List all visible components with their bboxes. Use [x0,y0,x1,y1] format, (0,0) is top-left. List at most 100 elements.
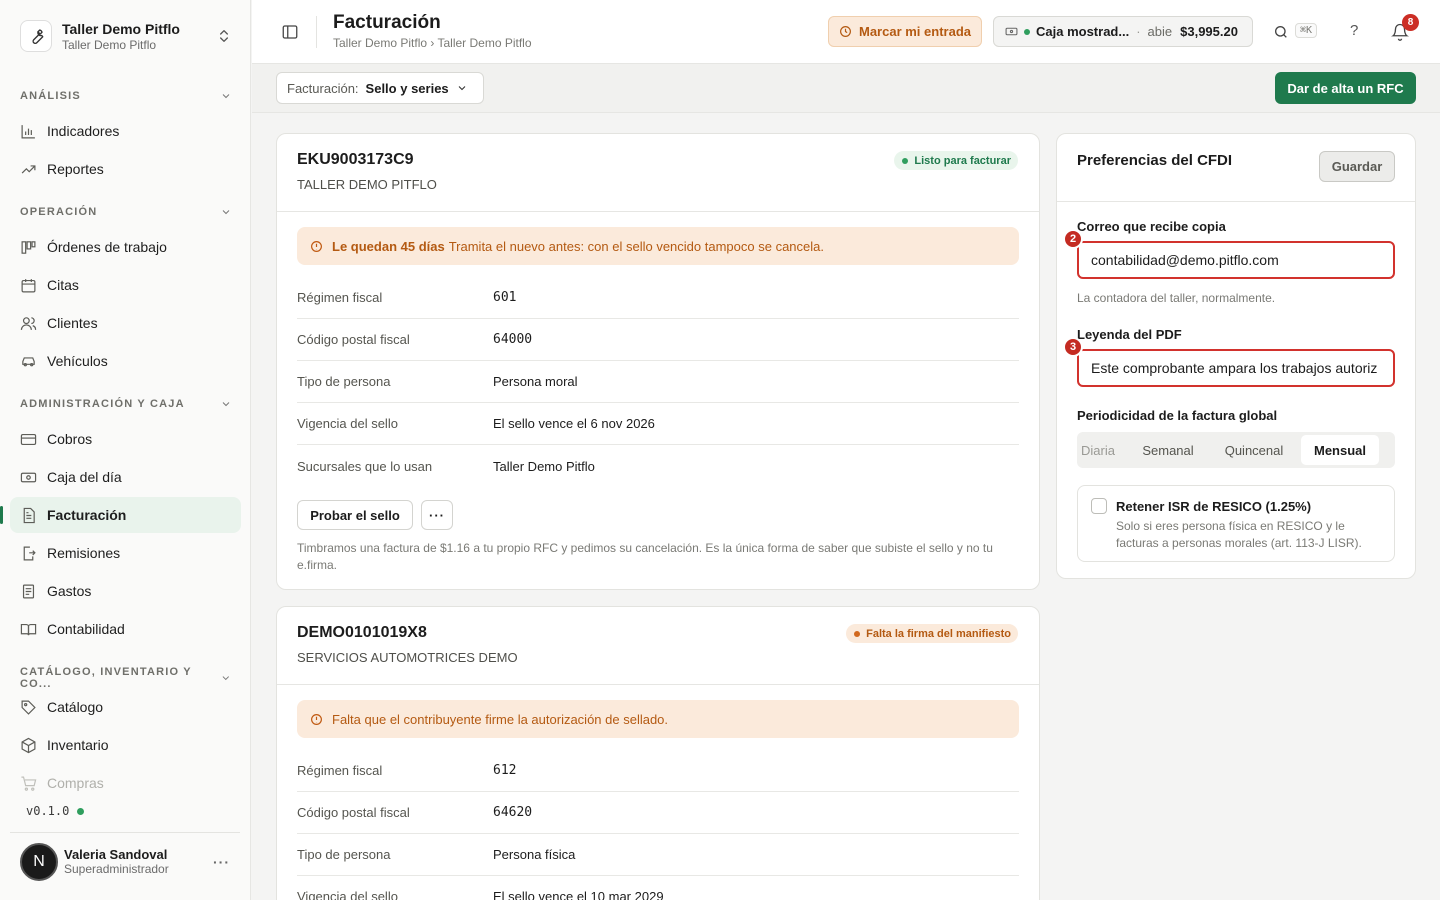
alert-circle-icon [311,240,322,252]
row-value: El sello vence el 10 mar 2029 [493,889,664,900]
sidebar-item-reportes[interactable]: Reportes [10,151,241,187]
sidebar-item-ordenes[interactable]: Órdenes de trabajo [10,229,241,265]
search-icon[interactable] [1273,24,1289,40]
row-label: Código postal fiscal [297,332,410,347]
resico-option[interactable]: Retener ISR de RESICO (1.25%) Solo si er… [1077,485,1395,562]
resico-checkbox[interactable] [1091,498,1107,514]
detail-row: Régimen fiscal 601 [297,277,1019,319]
sidebar-item-label: Citas [47,277,79,293]
sidebar-item-contabilidad[interactable]: Contabilidad [10,611,241,647]
alert-text: Falta que el contribuyente firme la auto… [332,711,669,727]
email-label: Correo que recibe copia [1077,219,1226,234]
row-value: 64620 [493,805,533,820]
divider [277,684,1039,685]
section-catalogo[interactable]: CATÁLOGO, INVENTARIO Y CO... [20,666,232,690]
section-analisis[interactable]: ANÁLISIS [20,90,232,102]
sidebar-toggle-icon[interactable] [281,23,299,41]
sidebar-item-compras[interactable]: Compras [10,765,241,801]
sidebar-item-citas[interactable]: Citas [10,267,241,303]
periodicity-segmented-control: Diaria Semanal Quincenal Mensual [1077,432,1395,468]
workspace-name: Taller Demo Pitflo [62,21,180,37]
sidebar-item-label: Inventario [47,737,109,753]
status-dot [854,630,861,637]
sidebar-item-vehiculos[interactable]: Vehículos [10,343,241,379]
sidebar-item-remisiones[interactable]: Remisiones [10,535,241,571]
test-seal-note: Timbramos una factura de $1.16 a tu prop… [297,541,993,572]
row-value: El sello vence el 6 nov 2026 [493,416,655,431]
emitter-rfc: DEMO0101019X8 [297,624,427,641]
legend-label: Leyenda del PDF [1077,327,1182,342]
sidebar-item-inventario[interactable]: Inventario [10,727,241,763]
notification-badge: 8 [1402,14,1419,31]
email-help: La contadora del taller, normalmente. [1077,291,1276,305]
sidebar-item-label: Remisiones [47,545,121,561]
tag-icon [21,700,36,715]
row-value: Taller Demo Pitflo [493,458,595,474]
workspace-switcher[interactable]: Taller Demo Pitflo Taller Demo Pitflo [20,16,240,56]
car-icon [22,356,35,366]
period-option-mensual[interactable]: Mensual [1301,435,1379,465]
file-export-icon [23,546,36,560]
expiry-alert: Le quedan 45 días Tramita el nuevo antes… [297,227,1019,265]
add-rfc-button[interactable]: Dar de alta un RFC [1275,72,1416,104]
sidebar-item-cobros[interactable]: Cobros [10,421,241,457]
help-icon[interactable]: ? [1350,22,1358,39]
status-dot [902,157,909,164]
more-icon[interactable]: ··· [213,854,230,870]
sidebar-item-indicadores[interactable]: Indicadores [10,113,241,149]
step-marker: 2 [1063,229,1083,249]
legend-input[interactable] [1091,360,1393,376]
period-option-quincenal[interactable]: Quincenal [1207,435,1301,465]
more-options-button[interactable]: ··· [421,500,453,530]
separator: · [1136,24,1141,39]
sidebar-item-label: Vehículos [47,353,108,369]
status-label: Falta la firma del manifiesto [866,627,1011,640]
section-operacion[interactable]: OPERACIÓN [20,206,232,218]
row-value: Persona física [493,847,576,862]
status-badge: Listo para facturar [894,151,1018,170]
top-bar: Facturación Taller Demo Pitflo › Taller … [252,0,1440,64]
page-title: Facturación [333,12,441,33]
register-status-dot [1024,28,1030,35]
status-label: Listo para facturar [914,154,1011,167]
search-shortcut: ⌘K [1295,23,1318,38]
sidebar: Taller Demo Pitflo Taller Demo Pitflo AN… [0,0,251,900]
bar-chart-icon [21,124,35,138]
sidebar-item-facturacion[interactable]: Facturación [10,497,241,533]
section-administracion[interactable]: ADMINISTRACIÓN Y CAJA [20,398,232,410]
resico-description: Solo si eres persona física en RESICO y … [1116,519,1362,550]
period-option-diaria[interactable]: Diaria [1081,435,1129,465]
sidebar-item-gastos[interactable]: Gastos [10,573,241,609]
detail-row: Vigencia del sello El sello vence el 10 … [297,876,1019,900]
select-label: Facturación: [287,80,359,96]
chevron-down-icon [222,94,230,99]
breadcrumb[interactable]: Taller Demo Pitflo › Taller Demo Pitflo [333,36,532,50]
user-menu[interactable]: N Valeria Sandoval Superadministrador ··… [10,832,240,890]
test-seal-button[interactable]: Probar el sello [297,500,413,530]
cash-register-selector[interactable]: Caja mostrad... · abie $3,995.20 [993,16,1253,47]
period-option-semanal[interactable]: Semanal [1129,435,1207,465]
alert-text: Tramita el nuevo antes: con el sello ven… [448,238,824,254]
detail-row: Vigencia del sello El sello vence el 6 n… [297,403,1019,445]
clock-in-button[interactable]: Marcar mi entrada [828,16,982,47]
receipt-icon [23,507,35,523]
pdf-legend-field[interactable] [1077,349,1395,387]
chevron-down-icon [222,402,230,407]
sidebar-item-clientes[interactable]: Clientes [10,305,241,341]
emitter-name: TALLER DEMO PITFLO [297,177,437,192]
email-input[interactable] [1091,252,1393,268]
detail-row: Sucursales que lo usan Taller Demo Pitfl… [297,445,1019,487]
row-label: Tipo de persona [297,374,391,389]
sidebar-item-catalogo[interactable]: Catálogo [10,689,241,725]
row-label: Sucursales que lo usan [297,458,433,474]
sidebar-item-label: Clientes [47,315,98,331]
avatar: N [20,842,58,881]
sidebar-item-caja[interactable]: Caja del día [10,459,241,495]
divider [277,211,1039,212]
billing-section-select[interactable]: Facturación: Sello y series [276,72,484,104]
save-button[interactable]: Guardar [1319,151,1395,182]
email-field[interactable] [1077,241,1395,279]
periodicity-label: Periodicidad de la factura global [1077,408,1278,423]
detail-row: Régimen fiscal 612 [297,750,1019,792]
sidebar-item-label: Reportes [47,161,104,177]
